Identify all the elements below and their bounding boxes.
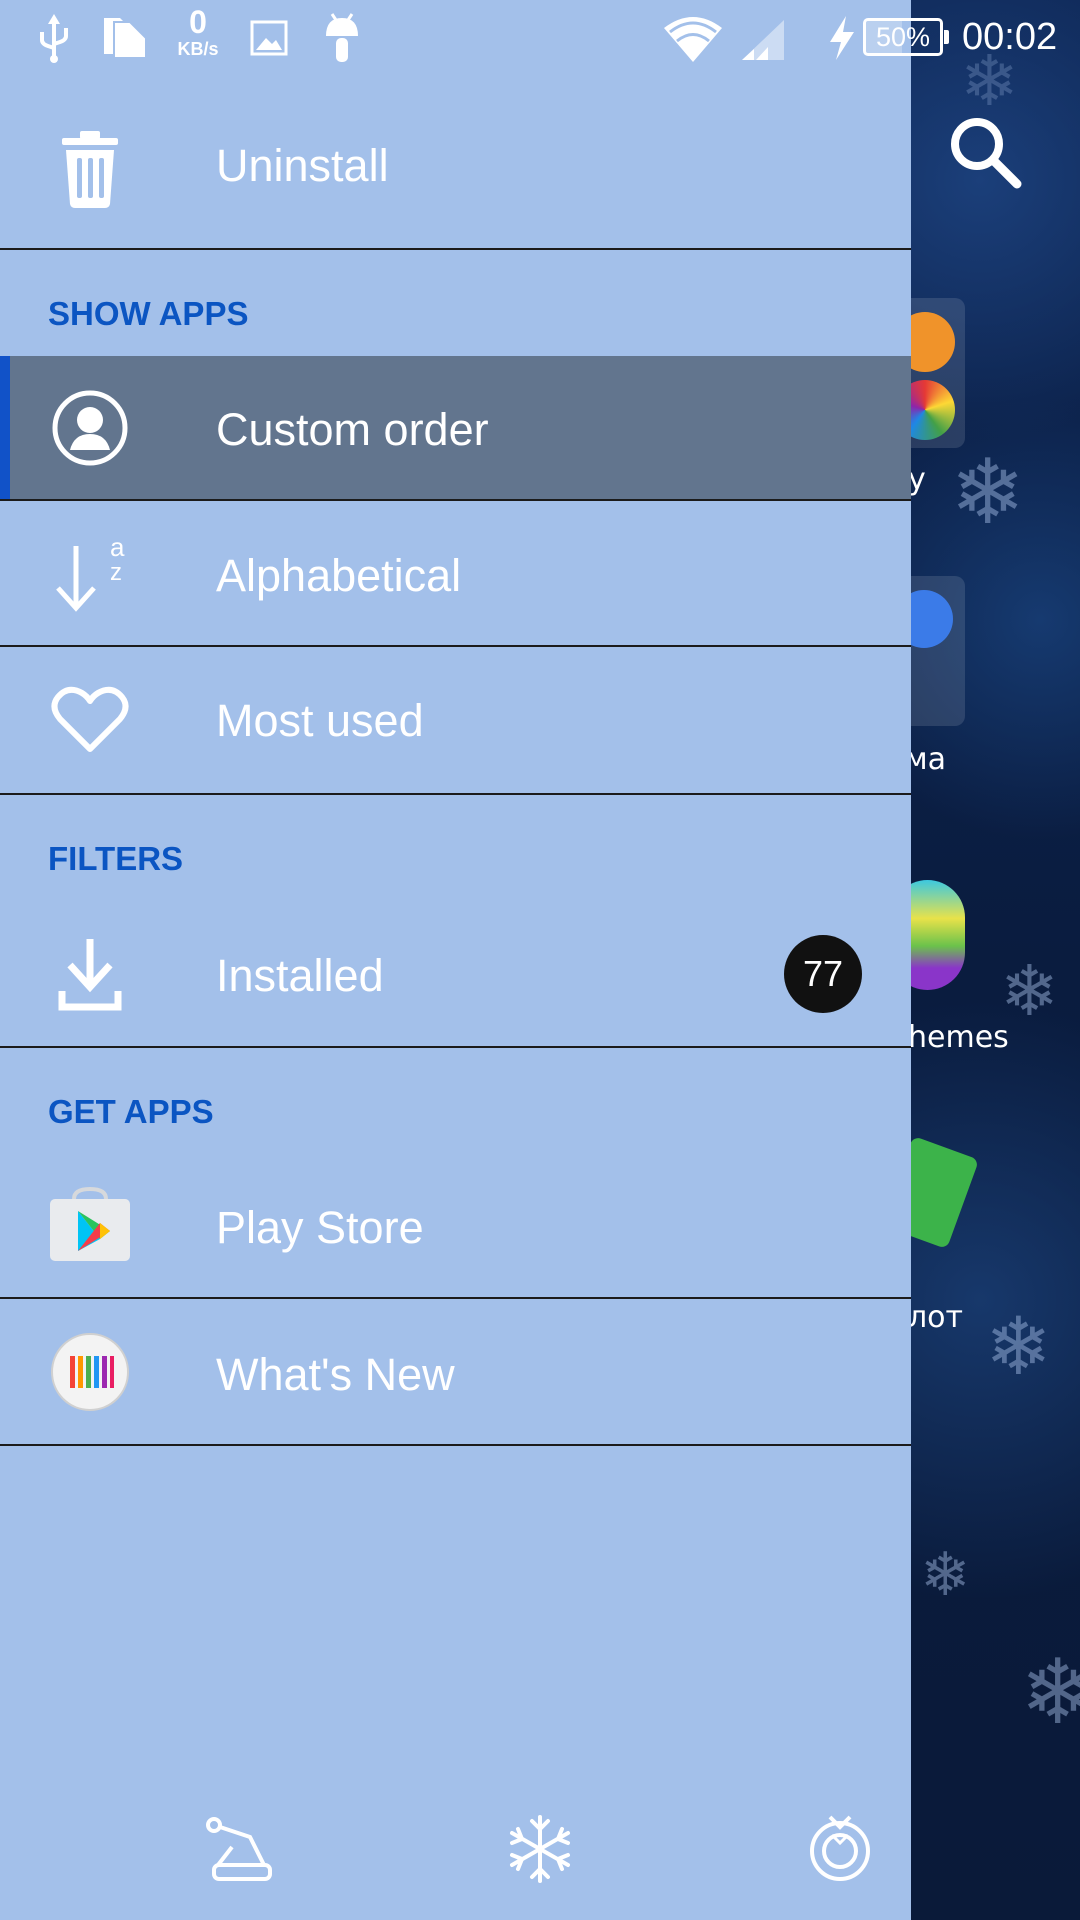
divider: [0, 248, 911, 250]
download-icon: [45, 928, 135, 1018]
installed-item[interactable]: Installed: [0, 900, 911, 1046]
alphabetical-label: Alphabetical: [216, 550, 462, 601]
uninstall-item[interactable]: Uninstall: [0, 80, 911, 248]
person-circle-icon: [45, 383, 135, 473]
most-used-label: Most used: [216, 695, 424, 746]
signal-icon: [742, 20, 784, 60]
section-header-show-apps: SHOW APPS: [48, 295, 249, 332]
search-icon[interactable]: [945, 112, 1025, 192]
image-icon: [250, 20, 288, 56]
whats-new-item[interactable]: What's New: [0, 1299, 911, 1445]
alphabetical-item[interactable]: a z Alphabetical: [0, 502, 911, 646]
play-store-icon: [45, 1180, 135, 1270]
trash-icon: [45, 124, 135, 214]
play-store-label: Play Store: [216, 1202, 424, 1253]
sim-cards-icon: [104, 18, 147, 59]
divider: [0, 1046, 911, 1048]
sort-az-icon: a z: [45, 529, 135, 619]
installed-label: Installed: [216, 950, 384, 1001]
divider: [0, 1444, 911, 1446]
play-store-item[interactable]: Play Store: [0, 1152, 911, 1298]
whats-new-icon: [45, 1327, 135, 1417]
battery-icon: 50%: [863, 18, 949, 56]
wifi-icon: [664, 17, 722, 62]
app-label: лот: [908, 1300, 964, 1335]
custom-order-label: Custom order: [216, 404, 489, 455]
wreath-icon[interactable]: [804, 1813, 876, 1885]
network-speed: 0 KB/s: [170, 6, 226, 58]
installed-count-badge: 77: [784, 935, 862, 1013]
network-speed-unit: KB/s: [177, 39, 219, 59]
snowflake-icon[interactable]: [504, 1813, 576, 1885]
android-icon: [326, 13, 358, 62]
snowflake-decoration: ❄: [1020, 1640, 1080, 1745]
santa-hat-icon[interactable]: [204, 1813, 276, 1885]
app-label: hemes: [908, 1020, 1009, 1055]
heart-icon: [45, 675, 135, 765]
section-header-filters: FILTERS: [48, 840, 184, 877]
status-bar: 0 KB/s 50% 00:02: [0, 0, 1080, 80]
usb-icon: [40, 14, 68, 63]
snowflake-decoration: ❄: [1000, 950, 1059, 1032]
network-speed-value: 0: [189, 4, 207, 40]
battery-level: 50%: [875, 22, 931, 52]
snowflake-decoration: ❄: [920, 1540, 971, 1610]
navigation-drawer: Uninstall SHOW APPS Custom order a z Alp…: [0, 0, 911, 1920]
clock: 00:02: [962, 16, 1058, 58]
svg-text:z: z: [110, 559, 122, 586]
divider: [0, 793, 911, 795]
snowflake-decoration: ❄: [950, 440, 1026, 545]
section-header-get-apps: GET APPS: [48, 1093, 214, 1130]
svg-text:a: a: [110, 532, 125, 562]
charging-icon: [830, 16, 854, 60]
most-used-item[interactable]: Most used: [0, 647, 911, 793]
app-label: ма: [905, 742, 947, 777]
snowflake-decoration: ❄: [985, 1300, 1053, 1393]
uninstall-label: Uninstall: [216, 140, 389, 191]
whats-new-label: What's New: [216, 1349, 455, 1400]
custom-order-item[interactable]: Custom order: [0, 356, 911, 500]
divider: [0, 499, 911, 501]
